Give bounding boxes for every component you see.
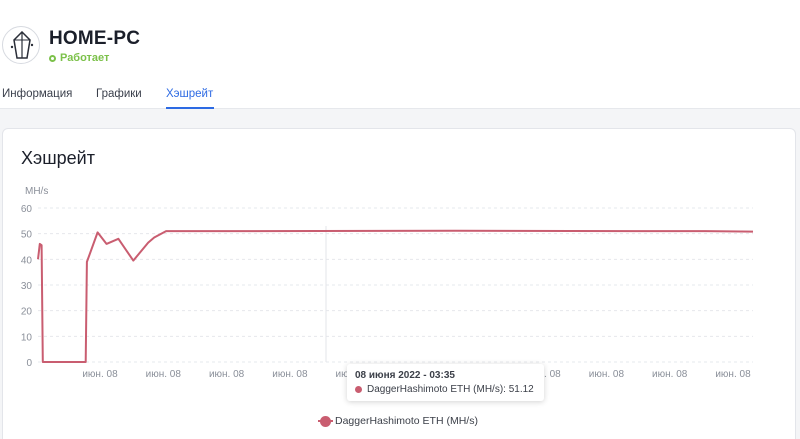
chart-legend-item[interactable]: DaggerHashimoto ETH (MH/s): [318, 415, 478, 427]
x-tick-label: июн. 08: [209, 369, 245, 380]
y-tick-label: 40: [21, 255, 33, 266]
y-tick-label: 30: [21, 281, 33, 292]
x-tick-label: июн. 08: [589, 369, 625, 380]
tooltip-value: DaggerHashimoto ETH (MH/s): 51.12: [367, 384, 534, 395]
legend-label: DaggerHashimoto ETH (MH/s): [335, 415, 478, 427]
x-tick-label: июн. 08: [82, 369, 118, 380]
chart-tooltip: 08 июня 2022 - 03:35 DaggerHashimoto ETH…: [347, 364, 544, 401]
x-tick-label: июн. 08: [715, 369, 751, 380]
x-tick-label: июн. 08: [146, 369, 182, 380]
series-color-icon: [355, 386, 362, 393]
y-tick-label: 50: [21, 230, 33, 241]
tooltip-row: DaggerHashimoto ETH (MH/s): 51.12: [355, 384, 536, 395]
y-tick-label: 0: [26, 358, 32, 369]
x-tick-label: июн. 08: [272, 369, 308, 380]
tooltip-date: 08 июня 2022 - 03:35: [355, 370, 455, 381]
y-axis-label: MH/s: [25, 186, 48, 197]
series-line: [37, 229, 754, 363]
legend-marker-icon: [318, 415, 333, 427]
y-tick-label: 10: [21, 332, 33, 343]
y-tick-label: 60: [21, 204, 33, 215]
y-tick-label: 20: [21, 307, 33, 318]
x-tick-label: июн. 08: [652, 369, 688, 380]
